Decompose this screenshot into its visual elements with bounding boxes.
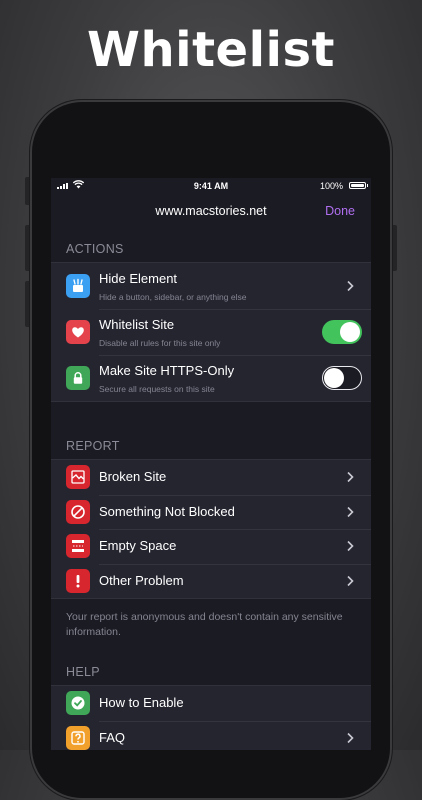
battery-percent: 100% — [319, 181, 343, 191]
row-title: Hide Element — [99, 271, 178, 286]
chevron-right-icon — [347, 732, 354, 743]
not-blocked-icon — [66, 499, 90, 524]
list-item-hide-element[interactable]: Hide Element Hide a button, sidebar, or … — [51, 263, 371, 309]
section-header-actions: ACTIONS — [66, 242, 124, 256]
row-title: Other Problem — [99, 572, 184, 588]
chevron-right-icon — [347, 472, 354, 483]
heart-icon — [66, 320, 90, 344]
hide-element-icon — [66, 274, 90, 298]
row-title: Empty Space — [99, 538, 177, 553]
report-footnote: Your report is anonymous and doesn't con… — [66, 611, 343, 638]
section-header-report: REPORT — [66, 439, 120, 453]
list-item-empty-space[interactable]: Empty Space — [51, 529, 371, 564]
list-item-something-not-blocked[interactable]: Something Not Blocked — [51, 494, 371, 530]
row-title: Broken Site — [99, 469, 167, 484]
phone-screen: 9:41 AM 100% www.macstories.net Done ACT… — [51, 178, 371, 750]
battery-icon — [349, 182, 368, 189]
list-item-broken-site[interactable]: Broken Site — [51, 460, 371, 495]
nav-bar: www.macstories.net Done — [51, 200, 371, 222]
list-item-faq[interactable]: FAQ — [51, 720, 371, 751]
row-subtitle: Secure all requests on this site — [99, 384, 215, 394]
chevron-right-icon — [347, 541, 354, 552]
chevron-right-icon — [347, 506, 354, 517]
row-title: FAQ — [99, 729, 126, 745]
lock-icon — [66, 366, 90, 390]
row-title: Whitelist Site — [99, 317, 175, 332]
section-header-help: HELP — [66, 665, 100, 679]
row-subtitle: Disable all rules for this site only — [99, 338, 221, 348]
row-subtitle: Hide a button, sidebar, or anything else — [99, 292, 247, 302]
whitelist-site-toggle[interactable] — [322, 320, 362, 344]
row-title: Something Not Blocked — [99, 503, 235, 519]
done-button[interactable]: Done — [325, 204, 355, 218]
list-item-how-to-enable[interactable]: How to Enable — [51, 686, 371, 721]
checkmark-icon — [66, 691, 90, 716]
question-icon — [66, 725, 90, 750]
status-bar: 9:41 AM 100% — [51, 178, 371, 195]
exclamation-icon — [66, 568, 90, 593]
nav-title: www.macstories.net — [155, 204, 267, 218]
help-group: How to Enable FAQ — [51, 685, 371, 750]
list-item-https-only: Make Site HTTPS-Only Secure all requests… — [51, 355, 371, 401]
https-only-toggle[interactable] — [322, 366, 362, 390]
list-item-other-problem[interactable]: Other Problem — [51, 563, 371, 599]
chevron-right-icon — [347, 280, 354, 292]
row-title: How to Enable — [99, 695, 184, 710]
actions-group: Hide Element Hide a button, sidebar, or … — [51, 262, 371, 402]
empty-space-icon — [66, 534, 90, 559]
report-group: Broken Site Something Not Blocked Empty … — [51, 459, 371, 599]
row-title: Make Site HTTPS-Only — [99, 363, 235, 378]
list-item-whitelist-site: Whitelist Site Disable all rules for thi… — [51, 309, 371, 355]
headline: Whitelist — [87, 22, 335, 78]
broken-site-icon — [66, 465, 90, 490]
chevron-right-icon — [347, 575, 354, 586]
